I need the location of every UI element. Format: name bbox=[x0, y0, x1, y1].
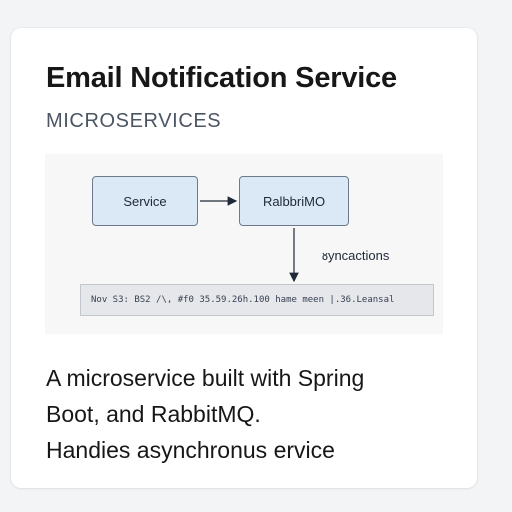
description-line: Handies asynchronus ervice bbox=[46, 437, 335, 463]
service-node: Service bbox=[92, 176, 198, 226]
card-category: MICROSERVICES bbox=[46, 110, 222, 132]
description-line: Boot, and RabbitMQ. bbox=[46, 401, 261, 427]
rabbitmq-node: RalbbriMO bbox=[239, 176, 349, 226]
architecture-diagram: Service RalbbriMO ᴕyncactions Nov S3: BS… bbox=[45, 154, 443, 334]
card-title: Email Notification Service bbox=[46, 62, 397, 94]
project-card[interactable]: Email Notification Service MICROSERVICES… bbox=[11, 28, 477, 488]
card-description: A microservice built with Spring Boot, a… bbox=[46, 360, 466, 468]
edge-label: ᴕyncactions bbox=[322, 248, 390, 263]
log-line: Nov S3: BS2 /\, #f0 35.59.26h.100 hame m… bbox=[80, 284, 434, 316]
description-line: A microservice built with Spring bbox=[46, 365, 365, 391]
